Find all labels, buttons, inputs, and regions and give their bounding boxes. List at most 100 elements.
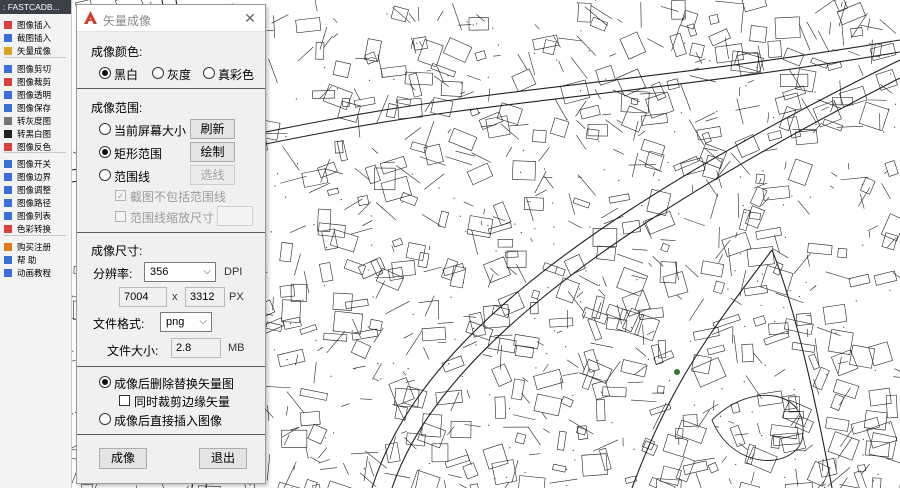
exit-button[interactable]: 退出 bbox=[199, 448, 247, 469]
toolbar-item-label: 转黑白图 bbox=[17, 128, 52, 139]
toolbar-item-10[interactable]: 图像开关 bbox=[0, 157, 72, 170]
toolbar-item-label: 动画教程 bbox=[17, 267, 52, 278]
image-adjust-icon bbox=[4, 185, 12, 194]
label-crop-edge: 同时裁剪边缘矢量 bbox=[134, 395, 231, 409]
toolbar-item-label: 图像开关 bbox=[17, 158, 52, 169]
label-insert-image: 成像后直接插入图像 bbox=[114, 414, 223, 428]
resolution-label: 分辨率: bbox=[93, 267, 133, 281]
toolbar-item-15[interactable]: 色彩转换 bbox=[0, 222, 72, 235]
color-convert-icon bbox=[4, 224, 12, 233]
label-rect-range: 矩形范围 bbox=[114, 147, 163, 161]
toolbar-item-8[interactable]: 转黑白图 bbox=[0, 127, 72, 140]
label-scale-boundary: 范围线缩放尺寸 bbox=[130, 211, 215, 225]
toolbar-item-16[interactable]: 购买注册 bbox=[0, 240, 72, 253]
toolbar-item-17[interactable]: 帮 助 bbox=[0, 253, 72, 266]
radio-black-white[interactable] bbox=[99, 67, 111, 79]
radio-boundary-line[interactable] bbox=[99, 169, 111, 181]
toolbar-item-label: 图像列表 bbox=[17, 210, 52, 221]
black-white-icon bbox=[4, 129, 12, 138]
refresh-button[interactable]: 刷新 bbox=[190, 119, 235, 139]
help-icon bbox=[4, 255, 12, 264]
radio-grayscale[interactable] bbox=[152, 67, 164, 79]
image-insert-icon bbox=[4, 20, 12, 29]
size-section-label: 成像尺寸: bbox=[91, 244, 143, 258]
toolbar-item-label: 图像调整 bbox=[17, 184, 52, 195]
toolbar-item-4[interactable]: 图像裁剪 bbox=[0, 75, 72, 88]
grayscale-icon bbox=[4, 116, 12, 125]
radio-rect-range[interactable] bbox=[99, 146, 111, 158]
toolbar-item-11[interactable]: 图像边界 bbox=[0, 170, 72, 183]
toolbar-separator bbox=[4, 235, 66, 236]
dpi-unit: DPI bbox=[224, 266, 243, 278]
draw-button[interactable]: 绘制 bbox=[190, 142, 235, 162]
label-exclude-boundary: 截图不包括范围线 bbox=[130, 190, 227, 204]
toolbar-item-5[interactable]: 图像透明 bbox=[0, 88, 72, 101]
toolbar-item-label: 图像剪切 bbox=[17, 63, 52, 74]
screenshot-insert-icon bbox=[4, 33, 12, 42]
invert-icon bbox=[4, 142, 12, 151]
px-unit: PX bbox=[229, 291, 244, 303]
range-section-label: 成像范围: bbox=[91, 101, 143, 115]
toolbar-item-13[interactable]: 图像路径 bbox=[0, 196, 72, 209]
toolbar-item-0[interactable]: 图像插入 bbox=[0, 18, 72, 31]
close-icon[interactable]: ✕ bbox=[241, 9, 259, 27]
toolbar-item-label: 图像保存 bbox=[17, 102, 52, 113]
purchase-icon bbox=[4, 242, 12, 251]
image-save-icon bbox=[4, 103, 12, 112]
toolbar-separator bbox=[4, 152, 66, 153]
radio-current-screen[interactable] bbox=[99, 123, 111, 135]
chevron-down-icon: ⌵ bbox=[203, 266, 211, 277]
image-toggle-icon bbox=[4, 159, 12, 168]
toolbar-item-12[interactable]: 图像调整 bbox=[0, 183, 72, 196]
image-border-icon bbox=[4, 172, 12, 181]
radio-true-color[interactable] bbox=[203, 67, 215, 79]
label-grayscale: 灰度 bbox=[167, 68, 192, 82]
toolbar-item-1[interactable]: 截图插入 bbox=[0, 31, 72, 44]
resolution-value: 356 bbox=[150, 266, 169, 278]
image-cut-icon bbox=[4, 64, 12, 73]
chevron-down-icon: ⌵ bbox=[199, 316, 207, 327]
toolbar-item-18[interactable]: 动画教程 bbox=[0, 266, 72, 279]
toolbar-item-label: 图像路径 bbox=[17, 197, 52, 208]
toolbar-item-14[interactable]: 图像列表 bbox=[0, 209, 72, 222]
toolbar-item-label: 图像插入 bbox=[17, 19, 52, 30]
color-section-label: 成像颜色: bbox=[91, 45, 143, 59]
format-value: png bbox=[166, 316, 185, 328]
radio-insert-image[interactable] bbox=[99, 413, 111, 425]
checkbox-crop-edge[interactable] bbox=[119, 395, 130, 406]
filesize-field: 2.8 bbox=[171, 338, 221, 358]
toolbar-item-label: 图像透明 bbox=[17, 89, 52, 100]
image-path-icon bbox=[4, 198, 12, 207]
toolbar-item-6[interactable]: 图像保存 bbox=[0, 101, 72, 114]
toolbar-item-label: 图像边界 bbox=[17, 171, 52, 182]
select-line-button[interactable]: 选线 bbox=[190, 165, 235, 185]
toolbar-item-3[interactable]: 图像剪切 bbox=[0, 62, 72, 75]
toolbar-item-7[interactable]: 转灰度图 bbox=[0, 114, 72, 127]
resolution-select[interactable]: 356 ⌵ bbox=[144, 262, 216, 282]
label-current-screen: 当前屏幕大小 bbox=[114, 124, 187, 138]
after-imaging-section: 成像后删除替换矢量图 同时裁剪边缘矢量 成像后直接插入图像 bbox=[77, 367, 265, 435]
width-px-field: 7004 bbox=[119, 287, 167, 307]
height-px-field: 3312 bbox=[185, 287, 225, 307]
toolbar-item-label: 截图插入 bbox=[17, 32, 52, 43]
scale-size-input[interactable] bbox=[217, 206, 253, 226]
mb-unit: MB bbox=[228, 342, 245, 354]
dialog-titlebar[interactable]: 矢量成像 ✕ bbox=[77, 5, 265, 32]
toolbar-item-2[interactable]: 矢量成像 bbox=[0, 44, 72, 57]
filesize-label: 文件大小: bbox=[107, 344, 159, 358]
tutorial-icon bbox=[4, 268, 12, 277]
side-toolbar: : FASTCADB... 图像插入截图插入矢量成像图像剪切 图像裁剪 图像透明图像… bbox=[0, 0, 72, 488]
checkbox-scale-boundary[interactable] bbox=[115, 211, 126, 222]
toolbar-item-label: 转灰度图 bbox=[17, 115, 52, 126]
image-list-icon bbox=[4, 211, 12, 220]
toolbar-item-label: 色彩转换 bbox=[17, 223, 52, 234]
toolbar-item-label: 帮 助 bbox=[17, 254, 37, 265]
autocad-logo-icon bbox=[84, 11, 97, 24]
toolbar-item-label: 矢量成像 bbox=[17, 45, 52, 56]
image-ok-button[interactable]: 成像 bbox=[99, 448, 147, 469]
size-section: 成像尺寸: 分辨率: 356 ⌵ DPI 7004 x 3312 PX 文件格式… bbox=[77, 233, 265, 367]
radio-replace-vector[interactable] bbox=[99, 376, 111, 388]
checkbox-exclude-boundary[interactable]: ✓ bbox=[115, 190, 126, 201]
format-select[interactable]: png ⌵ bbox=[160, 312, 212, 332]
toolbar-title: : FASTCADB... bbox=[0, 0, 71, 14]
